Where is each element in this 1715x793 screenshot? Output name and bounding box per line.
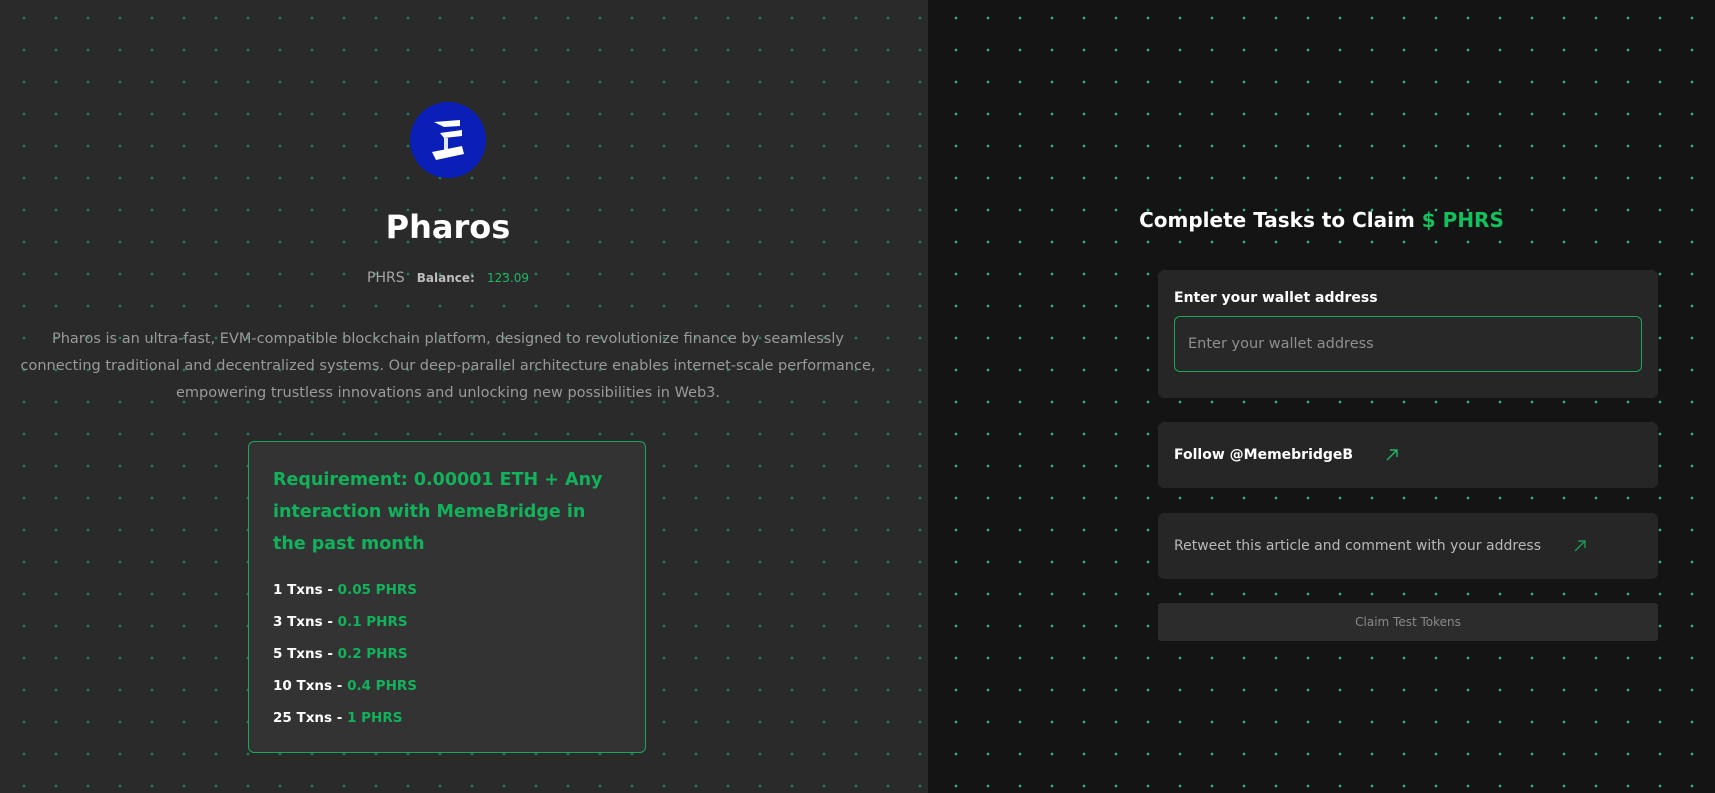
requirement-card: Requirement: 0.00001 ETH + Any interacti…: [248, 441, 646, 753]
pharos-logo-icon: [410, 102, 486, 178]
tier-txns: 1 Txns -: [273, 582, 338, 598]
retweet-task[interactable]: Retweet this article and comment with yo…: [1158, 513, 1658, 579]
reward-tier: 5 Txns - 0.2 PHRS: [273, 638, 621, 670]
balance-row: PHRS Balance: 123.09: [0, 270, 896, 286]
project-name: Pharos: [385, 208, 511, 246]
reward-tier: 3 Txns - 0.1 PHRS: [273, 606, 621, 638]
page: Pharos PHRS Balance: 123.09 Pharos is an…: [0, 0, 1715, 793]
tier-reward: 0.2 PHRS: [337, 646, 408, 662]
tier-txns: 10 Txns -: [273, 678, 348, 694]
wallet-label: Enter your wallet address: [1174, 290, 1378, 306]
tasks-section: Complete Tasks to Claim $ PHRS Enter you…: [928, 0, 1715, 793]
project-info-section: Pharos PHRS Balance: 123.09 Pharos is an…: [0, 0, 928, 793]
reward-tier: 25 Txns - 1 PHRS: [273, 702, 621, 734]
balance-value: 123.09: [486, 271, 529, 285]
balance-label: Balance:: [416, 271, 475, 285]
wallet-address-input[interactable]: [1174, 316, 1642, 372]
tasks-heading-accent: $ PHRS: [1421, 208, 1504, 232]
external-link-arrow-icon[interactable]: [1385, 448, 1399, 462]
token-symbol: PHRS: [367, 270, 405, 286]
tier-reward: 0.4 PHRS: [347, 678, 417, 694]
external-link-arrow-icon[interactable]: [1573, 539, 1587, 553]
project-description: Pharos is an ultra-fast, EVM-compatible …: [20, 331, 876, 401]
tier-reward: 0.1 PHRS: [337, 614, 408, 630]
retweet-task-label: Retweet this article and comment with yo…: [1174, 538, 1542, 554]
claim-test-tokens-button[interactable]: Claim Test Tokens: [1158, 603, 1658, 641]
tier-txns: 25 Txns -: [273, 710, 348, 726]
follow-task-label: Follow @MemebridgeB: [1174, 447, 1354, 463]
tier-txns: 5 Txns -: [273, 646, 338, 662]
tasks-heading: Complete Tasks to Claim $ PHRS: [928, 208, 1715, 232]
tier-reward: 1 PHRS: [347, 710, 403, 726]
follow-task[interactable]: Follow @MemebridgeB: [1158, 422, 1658, 488]
reward-tier: 1 Txns - 0.05 PHRS: [273, 574, 621, 606]
reward-tier: 10 Txns - 0.4 PHRS: [273, 670, 621, 702]
tier-reward: 0.05 PHRS: [337, 582, 417, 598]
requirement-title: Requirement: 0.00001 ETH + Any interacti…: [273, 470, 603, 554]
wallet-panel: Enter your wallet address: [1158, 270, 1658, 398]
tier-txns: 3 Txns -: [273, 614, 338, 630]
tasks-heading-text: Complete Tasks to Claim: [1139, 208, 1422, 232]
